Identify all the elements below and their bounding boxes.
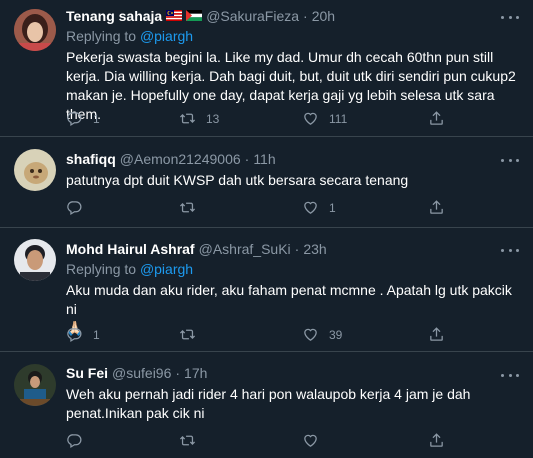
share-icon	[430, 111, 443, 125]
tweet-text: patutnya dpt duit KWSP dah utk bersara s…	[66, 172, 409, 188]
handle[interactable]: @SakuraFieza	[206, 7, 299, 25]
reply-icon	[67, 328, 82, 343]
timestamp[interactable]: 20h	[312, 7, 335, 25]
malaysia-flag-icon	[166, 7, 183, 25]
retweet-button[interactable]	[179, 326, 206, 343]
display-name[interactable]: shafiqq	[66, 150, 116, 168]
heart-icon	[304, 112, 317, 125]
retweet-icon	[179, 202, 196, 213]
timestamp[interactable]: 17h	[184, 364, 207, 382]
tweet-actions: 1	[66, 199, 466, 219]
reply-icon	[67, 112, 82, 127]
share-button[interactable]	[428, 199, 445, 216]
timestamp[interactable]: 11h	[253, 150, 275, 168]
tweet-actions: 1 39	[66, 326, 466, 346]
display-name[interactable]: Mohd Hairul Ashraf	[66, 240, 195, 258]
handle[interactable]: @Ashraf_SuKi	[199, 240, 291, 258]
separator: ·	[244, 151, 250, 167]
replying-to-link[interactable]: @piargh	[140, 261, 193, 277]
reply-count: 1	[93, 327, 100, 342]
replying-to: Replying to @piargh	[66, 27, 519, 45]
separator: ·	[294, 241, 300, 257]
retweet-icon	[179, 329, 196, 340]
tweet-actions: 1 13 111	[66, 110, 466, 130]
handle[interactable]: @sufei96	[112, 364, 171, 382]
separator: ·	[175, 365, 181, 381]
replying-to-link[interactable]: @piargh	[140, 28, 193, 44]
retweet-icon	[179, 435, 196, 446]
reply-icon	[67, 434, 82, 449]
retweet-count: 13	[206, 111, 220, 126]
like-button[interactable]: 1	[302, 199, 336, 216]
retweet-button[interactable]	[179, 199, 206, 216]
retweet-button[interactable]	[179, 432, 206, 449]
replying-prefix: Replying to	[66, 28, 137, 44]
reply-count: 1	[93, 111, 100, 126]
like-count: 39	[329, 327, 343, 342]
reply-button[interactable]	[66, 432, 93, 449]
reply-button[interactable]	[66, 199, 93, 216]
retweet-icon	[179, 113, 196, 124]
share-button[interactable]	[428, 432, 445, 449]
palestine-flag-icon	[186, 7, 203, 25]
tweet[interactable]: Tenang sahaja @SakuraFieza · 20h Replyin…	[0, 0, 533, 137]
share-button[interactable]	[428, 326, 445, 343]
heart-icon	[304, 434, 317, 447]
retweet-button[interactable]: 13	[179, 110, 219, 127]
tweet-text-body: Aku muda dan aku rider, aku faham penat …	[66, 282, 512, 317]
heart-icon	[304, 328, 317, 341]
avatar[interactable]	[14, 9, 56, 51]
share-icon	[430, 327, 443, 341]
reply-icon	[67, 201, 82, 216]
tweet[interactable]: Mohd Hairul Ashraf @Ashraf_SuKi · 23h Re…	[0, 228, 533, 352]
avatar[interactable]	[14, 239, 56, 281]
tweet[interactable]: Su Fei @sufei96 · 17h Weh aku pernah jad…	[0, 352, 533, 458]
tweet[interactable]: shafiqq @Aemon21249006 · 11h patutnya dp…	[0, 137, 533, 228]
avatar[interactable]	[14, 149, 56, 191]
avatar[interactable]	[14, 364, 56, 406]
like-button[interactable]	[302, 432, 329, 449]
share-icon	[430, 200, 443, 214]
heart-icon	[304, 201, 317, 214]
share-button[interactable]	[428, 110, 445, 127]
replying-to: Replying to @piargh	[66, 260, 519, 278]
display-name[interactable]: Tenang sahaja	[66, 7, 162, 25]
tweet-actions	[66, 432, 466, 452]
handle[interactable]: @Aemon21249006	[120, 150, 241, 168]
reply-button[interactable]: 1	[66, 326, 100, 343]
display-name[interactable]: Su Fei	[66, 364, 108, 382]
reply-thread: Tenang sahaja @SakuraFieza · 20h Replyin…	[0, 0, 533, 458]
replying-prefix: Replying to	[66, 261, 137, 277]
like-count: 111	[329, 111, 348, 126]
reply-button[interactable]: 1	[66, 110, 100, 127]
like-count: 1	[329, 200, 336, 215]
separator: ·	[303, 8, 308, 24]
like-button[interactable]: 39	[302, 326, 342, 343]
timestamp[interactable]: 23h	[303, 240, 326, 258]
tweet-text: Weh aku pernah jadi rider 4 hari pon wal…	[66, 386, 471, 421]
share-icon	[430, 433, 443, 447]
like-button[interactable]: 111	[302, 110, 347, 127]
